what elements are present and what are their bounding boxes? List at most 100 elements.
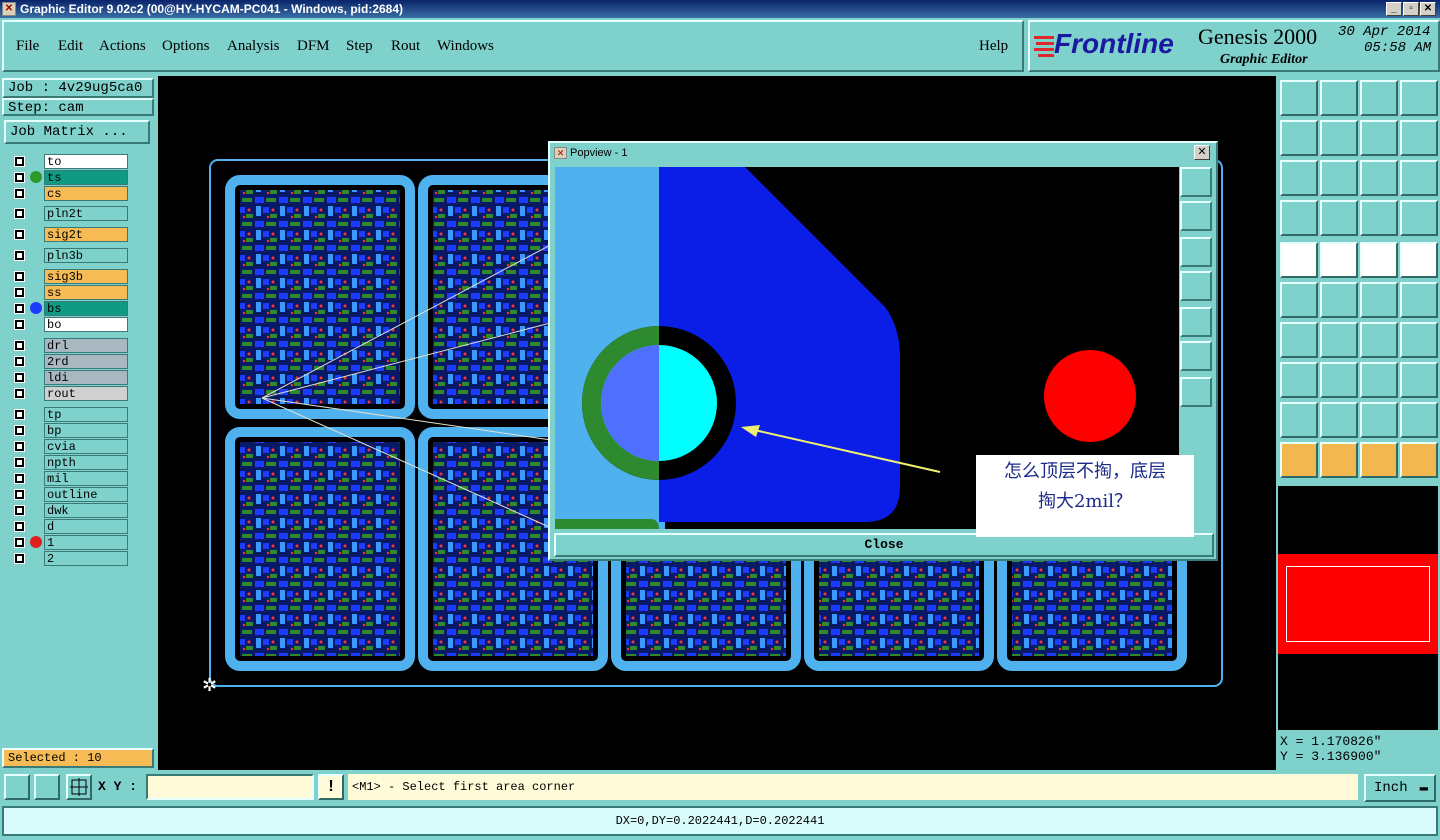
layer-name[interactable]: d (44, 519, 128, 534)
layer-row-ss[interactable]: ss (8, 285, 128, 300)
layer-checkbox[interactable] (14, 372, 25, 383)
layer-row-pln2t[interactable]: pln2t (8, 206, 128, 221)
layer-name[interactable]: bs (44, 301, 128, 316)
tool-button-30-icon[interactable] (1320, 362, 1358, 398)
popview-tool-5[interactable] (1180, 307, 1212, 337)
layer-row-cvia[interactable]: cvia (8, 439, 128, 454)
tool-button-36-icon[interactable] (1400, 402, 1438, 438)
popview-tool-4[interactable] (1180, 271, 1212, 301)
maximize-button[interactable]: ▫ (1403, 2, 1419, 16)
tool-button-9-icon[interactable] (1280, 160, 1318, 196)
layer-row-sig3b[interactable]: sig3b (8, 269, 128, 284)
tool-button-23-icon[interactable] (1360, 282, 1398, 318)
layer-row-cs[interactable]: cs (8, 186, 128, 201)
layer-name[interactable]: 1 (44, 535, 128, 550)
tool-button-37-icon[interactable] (1280, 442, 1318, 478)
layer-name[interactable]: drl (44, 338, 128, 353)
layer-name[interactable]: rout (44, 386, 128, 401)
layer-checkbox[interactable] (14, 156, 25, 167)
layer-row-bo[interactable]: bo (8, 317, 128, 332)
tool-button-10-icon[interactable] (1320, 160, 1358, 196)
layer-row-pln3b[interactable]: pln3b (8, 248, 128, 263)
layer-name[interactable]: dwk (44, 503, 128, 518)
tool-button-18-icon[interactable] (1320, 242, 1358, 278)
layer-row-to[interactable]: to (8, 154, 128, 169)
layer-checkbox[interactable] (14, 409, 25, 420)
layer-name[interactable]: cvia (44, 439, 128, 454)
layer-name[interactable]: npth (44, 455, 128, 470)
layer-row-ts[interactable]: ts (8, 170, 128, 185)
menu-file[interactable]: File (16, 38, 39, 55)
layer-row-rout[interactable]: rout (8, 386, 128, 401)
layer-name[interactable]: to (44, 154, 128, 169)
layer-checkbox[interactable] (14, 319, 25, 330)
tool-button-40-icon[interactable] (1400, 442, 1438, 478)
layer-checkbox[interactable] (14, 303, 25, 314)
tool-button-8-icon[interactable] (1400, 120, 1438, 156)
menu-help[interactable]: Help (979, 38, 1008, 55)
layer-row-ldi[interactable]: ldi (8, 370, 128, 385)
layer-checkbox[interactable] (14, 489, 25, 500)
tool-button-20-icon[interactable] (1400, 242, 1438, 278)
layer-checkbox[interactable] (14, 271, 25, 282)
layer-checkbox[interactable] (14, 457, 25, 468)
tool-button-38-icon[interactable] (1320, 442, 1358, 478)
layer-name[interactable]: pln2t (44, 206, 128, 221)
tool-button-13-icon[interactable] (1280, 200, 1318, 236)
measure-tool-icon[interactable] (34, 774, 60, 800)
layer-checkbox[interactable] (14, 425, 25, 436)
menu-edit[interactable]: Edit (58, 38, 83, 55)
layer-row-outline[interactable]: outline (8, 487, 128, 502)
units-dropdown[interactable]: Inch ▬ (1364, 774, 1436, 802)
layer-row-bs[interactable]: bs (8, 301, 128, 316)
menu-actions[interactable]: Actions (99, 38, 146, 55)
layer-name[interactable]: ts (44, 170, 128, 185)
layer-checkbox[interactable] (14, 441, 25, 452)
layer-checkbox[interactable] (14, 287, 25, 298)
layer-checkbox[interactable] (14, 229, 25, 240)
layer-checkbox[interactable] (14, 537, 25, 548)
close-window-button[interactable]: ✕ (1420, 2, 1436, 16)
layer-row-1[interactable]: 1 (8, 535, 128, 550)
layer-name[interactable]: 2rd (44, 354, 128, 369)
tool-button-33-icon[interactable] (1280, 402, 1318, 438)
menu-rout[interactable]: Rout (391, 38, 420, 55)
layer-name[interactable]: bo (44, 317, 128, 332)
layer-row-dwk[interactable]: dwk (8, 503, 128, 518)
grid-tool-icon[interactable] (66, 774, 92, 800)
tool-button-6-icon[interactable] (1320, 120, 1358, 156)
layer-checkbox[interactable] (14, 172, 25, 183)
layer-name[interactable]: mil (44, 471, 128, 486)
layer-checkbox[interactable] (14, 505, 25, 516)
tool-button-7-icon[interactable] (1360, 120, 1398, 156)
layer-row-2[interactable]: 2 (8, 551, 128, 566)
tool-button-5-icon[interactable] (1280, 120, 1318, 156)
layer-checkbox[interactable] (14, 208, 25, 219)
layer-name[interactable]: ldi (44, 370, 128, 385)
layer-row-2rd[interactable]: 2rd (8, 354, 128, 369)
layer-checkbox[interactable] (14, 356, 25, 367)
popview-tool-7[interactable] (1180, 377, 1212, 407)
layer-checkbox[interactable] (14, 188, 25, 199)
tool-button-17-icon[interactable] (1280, 242, 1318, 278)
tool-button-19-icon[interactable] (1360, 242, 1398, 278)
tool-button-21-icon[interactable] (1280, 282, 1318, 318)
layer-checkbox[interactable] (14, 553, 25, 564)
tool-button-14-icon[interactable] (1320, 200, 1358, 236)
tool-button-32-icon[interactable] (1400, 362, 1438, 398)
tool-button-35-icon[interactable] (1360, 402, 1398, 438)
tool-button-12-icon[interactable] (1400, 160, 1438, 196)
layer-row-mil[interactable]: mil (8, 471, 128, 486)
overview-pane[interactable] (1278, 486, 1438, 730)
layer-checkbox[interactable] (14, 521, 25, 532)
layer-name[interactable]: sig3b (44, 269, 128, 284)
tool-button-15-icon[interactable] (1360, 200, 1398, 236)
layer-row-tp[interactable]: tp (8, 407, 128, 422)
layer-name[interactable]: pln3b (44, 248, 128, 263)
job-matrix-button[interactable]: Job Matrix ... (4, 120, 150, 144)
tool-button-24-icon[interactable] (1400, 282, 1438, 318)
popview-close-icon[interactable]: ✕ (1194, 145, 1210, 160)
layer-name[interactable]: bp (44, 423, 128, 438)
popview-tool-2[interactable] (1180, 201, 1212, 231)
layer-name[interactable]: tp (44, 407, 128, 422)
